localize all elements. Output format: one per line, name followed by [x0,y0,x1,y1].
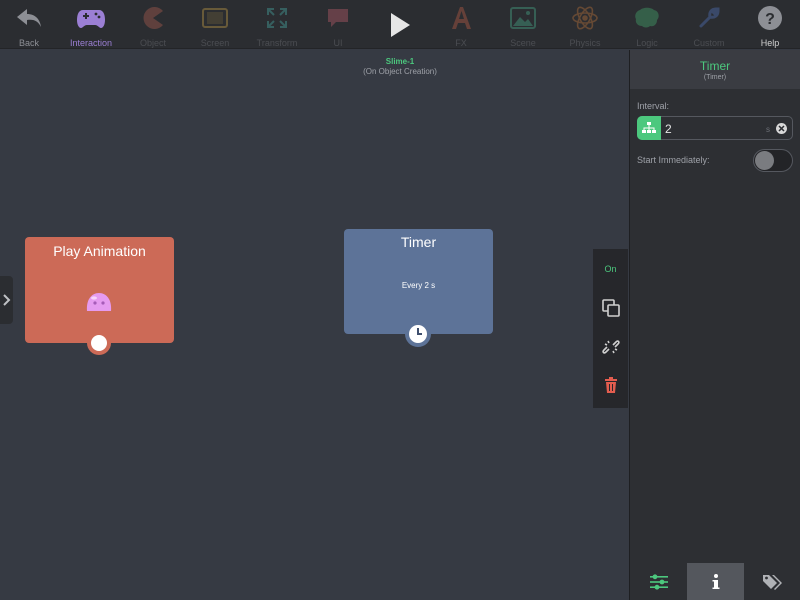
chevron-right-icon [2,294,10,306]
wrench-icon [694,3,724,33]
on-label: On [604,264,617,274]
info-icon [712,573,719,589]
toggle-knob [755,151,774,170]
duplicate-button[interactable] [593,295,628,321]
help-button[interactable]: ? Help [750,0,790,49]
landscape-image-icon [508,3,538,33]
transform-button[interactable]: Transform [252,0,302,49]
pacman-icon [138,3,168,33]
tags-icon [762,574,782,590]
transform-arrows-icon [262,3,292,33]
top-toolbar: Back Interaction Object Screen Transform… [0,0,800,49]
logic-label: Logic [636,38,658,48]
back-arrow-icon [14,3,44,33]
physics-button[interactable]: Physics [564,0,606,49]
timer-node-subtitle: Every 2 s [401,281,436,290]
back-button[interactable]: Back [9,0,49,49]
unlink-button[interactable] [593,334,628,360]
node-action-bar: On [593,249,628,408]
interval-label: Interval: [637,101,670,111]
object-name: Slime-1 [385,57,415,66]
tab-info[interactable] [687,563,744,600]
start-immediately-toggle[interactable] [753,149,793,172]
interval-field[interactable]: 2 s [637,116,793,140]
svg-text:?: ? [765,11,775,28]
custom-button[interactable]: Custom [689,0,729,49]
logic-button[interactable]: Logic [627,0,667,49]
canvas-header: Slime-1 (On Object Creation) [330,57,470,76]
sidebar-expand-handle[interactable] [0,276,13,324]
timer-output-port[interactable] [405,321,431,347]
slime-icon [85,291,113,318]
fx-button[interactable]: FX [441,0,481,49]
screen-icon [200,3,230,33]
inspector-tabs [630,563,800,600]
scene-button[interactable]: Scene [503,0,543,49]
port-dot [91,335,107,351]
inspector-title: Timer [699,59,731,73]
sliders-icon [649,573,668,590]
tab-settings[interactable] [630,563,687,600]
start-immediately-label: Start Immediately: [637,155,710,165]
timer-node[interactable]: Timer Every 2 s [344,229,493,334]
tab-tags[interactable] [744,563,800,600]
play-icon [385,10,415,40]
unlink-icon [601,340,620,354]
play-animation-node[interactable]: Play Animation [25,237,174,343]
fx-label: FX [455,38,467,48]
trash-icon [604,377,617,393]
transform-label: Transform [256,38,298,48]
copy-icon [601,299,620,317]
interaction-button[interactable]: Interaction [66,0,116,49]
gamepad-icon [76,3,106,33]
fx-icon [446,3,476,33]
speech-bubble-icon [323,3,353,33]
inspector-panel: Timer (Timer) Interval: 2 s Start Immedi… [629,50,800,600]
brain-icon [632,3,662,33]
object-button[interactable]: Object [133,0,173,49]
atom-icon [570,3,600,33]
toggle-on-button[interactable]: On [593,256,628,282]
screen-button[interactable]: Screen [195,0,235,49]
object-label: Object [139,38,166,48]
interval-unit: s [766,125,770,134]
inspector-subtitle: (Timer) [703,74,727,81]
play-animation-title: Play Animation [53,243,146,259]
inspector-header: Timer (Timer) [630,50,800,89]
event-name: (On Object Creation) [363,67,437,76]
play-button[interactable] [380,0,420,49]
scene-label: Scene [510,38,536,48]
screen-label: Screen [200,38,230,48]
interval-value[interactable]: 2 [665,122,672,136]
help-label: Help [760,38,780,48]
delete-button[interactable] [593,372,628,398]
help-icon: ? [755,3,785,33]
hierarchy-icon[interactable] [637,116,661,140]
play-animation-output-port[interactable] [87,331,111,355]
clear-icon[interactable] [776,123,787,134]
timer-node-title: Timer [400,234,437,250]
back-label: Back [18,38,39,48]
clock-icon [409,325,427,343]
ui-label: UI [333,38,343,48]
custom-label: Custom [693,38,725,48]
interaction-label: Interaction [69,38,113,48]
ui-button[interactable]: UI [318,0,358,49]
physics-label: Physics [569,38,601,48]
